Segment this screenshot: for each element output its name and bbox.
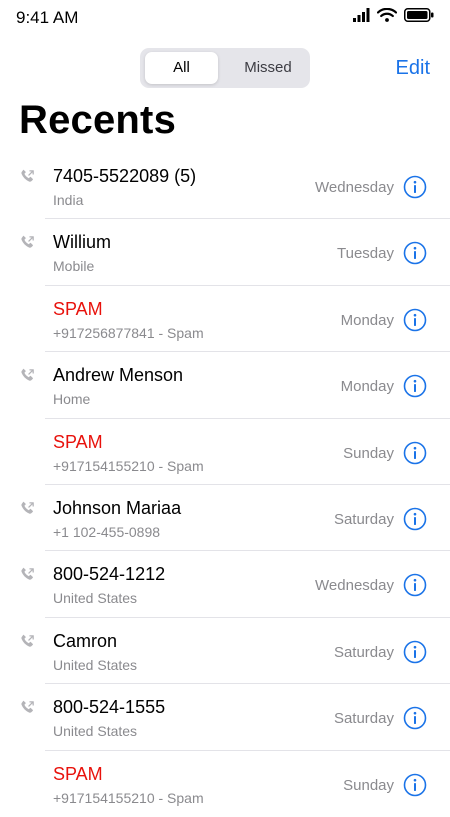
recents-list: 7405-5522089 (5) India Wednesday Willium… [0, 153, 450, 817]
call-day: Monday [340, 378, 394, 396]
info-icon[interactable] [403, 573, 427, 597]
call-row[interactable]: 800-524-1212 United States Wednesday [0, 551, 450, 618]
page-title: Recents [19, 98, 177, 142]
call-day: Sunday [343, 776, 394, 794]
outgoing-call-icon [21, 501, 34, 514]
info-icon[interactable] [403, 241, 427, 265]
signal-icon [353, 8, 370, 22]
info-icon[interactable] [403, 441, 427, 465]
caller-name: SPAM [53, 763, 103, 784]
caller-detail: +917154155210 - Spam [53, 789, 204, 806]
call-day: Wednesday [315, 179, 394, 196]
caller-name: Andrew Menson [53, 365, 184, 386]
caller-detail: +917256877841 - Spam [53, 324, 204, 341]
call-row[interactable]: Andrew Menson Home Monday [0, 352, 450, 419]
call-row[interactable]: Johnson Mariaa +1 102-455-0898 Saturday [0, 485, 450, 552]
call-day: Wednesday [315, 577, 394, 595]
info-icon[interactable] [403, 374, 427, 398]
call-filter-segmented-control: All Missed [140, 48, 310, 88]
call-day: Saturday [333, 510, 394, 528]
info-icon[interactable] [403, 308, 427, 332]
outgoing-call-icon [21, 568, 34, 581]
wifi-icon [377, 8, 397, 22]
edit-button[interactable]: Edit [396, 57, 430, 80]
segment-all[interactable]: All [145, 52, 218, 84]
battery-icon [404, 8, 434, 22]
call-row[interactable]: 800-524-1555 United States Saturday [0, 684, 450, 751]
outgoing-call-icon [21, 634, 34, 647]
caller-name: Willium [53, 232, 111, 253]
call-day: Saturday [333, 710, 394, 728]
call-row[interactable]: Camron United States Saturday [0, 618, 450, 685]
outgoing-call-icon [21, 236, 34, 249]
call-row[interactable]: Willium Mobile Tuesday [0, 219, 450, 286]
info-icon[interactable] [403, 175, 427, 199]
call-day: Saturday [333, 643, 394, 661]
caller-detail: United States [53, 590, 138, 607]
status-icons [353, 8, 434, 22]
call-row[interactable]: SPAM +917154155210 - Spam Sunday [0, 751, 450, 817]
caller-detail: +917154155210 - Spam [53, 457, 204, 474]
outgoing-call-icon [21, 368, 34, 381]
caller-detail: Mobile [53, 258, 95, 275]
info-icon[interactable] [403, 640, 427, 664]
outgoing-call-icon [21, 700, 34, 713]
call-day: Monday [340, 311, 394, 329]
caller-name: Johnson Mariaa [53, 497, 182, 518]
caller-name: 800-524-1555 [53, 697, 166, 718]
status-time: 9:41 AM [16, 8, 79, 27]
caller-detail: United States [53, 656, 138, 673]
status-bar: 9:41 AM [0, 0, 450, 34]
caller-detail: United States [53, 723, 138, 740]
call-row[interactable]: SPAM +917154155210 - Spam Sunday [0, 419, 450, 485]
segment-missed[interactable]: Missed [232, 52, 304, 84]
caller-name: SPAM [53, 431, 103, 452]
info-icon[interactable] [403, 507, 427, 531]
call-day: Tuesday [337, 245, 394, 263]
caller-detail: India [53, 192, 84, 208]
caller-name: SPAM [53, 298, 103, 319]
outgoing-call-icon [21, 169, 34, 182]
call-day: Sunday [343, 444, 394, 462]
caller-detail: Home [53, 391, 91, 408]
call-row[interactable]: 7405-5522089 (5) India Wednesday [0, 153, 450, 220]
caller-name: 800-524-1212 [53, 564, 166, 585]
info-icon[interactable] [403, 706, 427, 730]
call-row[interactable]: SPAM +917256877841 - Spam Monday [0, 286, 450, 353]
caller-name: Camron [53, 630, 118, 651]
caller-detail: +1 102-455-0898 [53, 523, 161, 540]
caller-name: 7405-5522089 (5) [53, 166, 197, 186]
info-icon[interactable] [403, 773, 427, 797]
